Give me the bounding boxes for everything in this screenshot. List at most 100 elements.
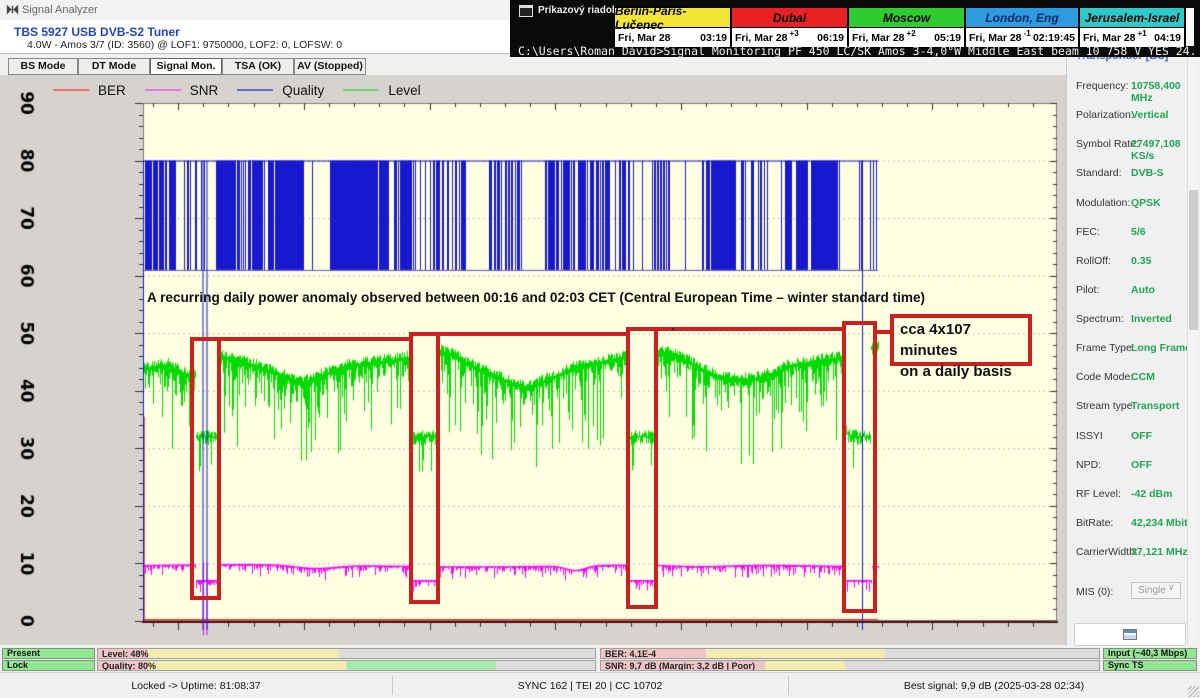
bar-label: SNR: 9,7 dB (Margin: 3,2 dB | Poor) [605,661,755,671]
clock-utc-offset: -1 [1024,29,1033,38]
clock-time: 05:19 [934,32,961,44]
status-lock-uptime: Locked -> Uptime: 81:08:37 [0,673,392,698]
legend-item-quality: Quality [237,83,324,98]
legend-swatch-ber [53,89,89,91]
window-sliver [1186,8,1194,46]
bar-label: Quality: 80% [102,661,156,671]
sidebar-value-16: 37,121 MHz [1131,546,1188,558]
sidebar-label-7: Pilot: [1076,284,1099,296]
tab-dt-mode[interactable]: DT Mode [78,58,150,75]
sidebar-label-0: Frequency: [1076,80,1129,92]
status-bar: Locked -> Uptime: 81:08:37 SYNC 162 | TE… [0,672,1200,698]
sidebar-label-1: Polarization: [1076,109,1134,121]
ber-bar: BER: 4,1E-4 [600,648,1100,659]
sidebar-value-4: QPSK [1131,197,1161,209]
sidebar-label-2: Symbol Rate: [1076,138,1139,150]
sidebar-value-12: OFF [1131,430,1152,442]
sidebar-value-5: 5/6 [1131,226,1146,238]
anomaly-duration-callout: cca 4x107 minutes on a daily basis [890,314,1032,366]
sidebar-value-6: 0.35 [1131,255,1151,267]
legend-label: Level [388,83,420,98]
console-icon [519,5,533,17]
sidebar-label-11: Stream type: [1076,400,1136,412]
clock-moscow: Moscow Fri, Mar 28+205:19 [849,8,966,47]
transponder-sidebar: Transponder [BS] Frequency:10758,400 MHz… [1066,0,1200,645]
legend-item-snr: SNR [145,83,219,98]
clock-city: Dubai [732,8,847,28]
clock-utc-offset: +2 [907,29,935,38]
clock-time: 04:19 [1154,32,1181,44]
tab-av-stopped-[interactable]: AV (Stopped) [294,58,366,75]
tab-signal-mon-[interactable]: Signal Mon. [150,58,222,75]
snr-bar: SNR: 9,7 dB (Margin: 3,2 dB | Poor) [600,660,1100,671]
present-indicator: Present [2,648,95,659]
scrollbar-thumb[interactable] [1189,190,1198,330]
status-sync-counters: SYNC 162 | TEI 20 | CC 10702 [392,673,788,698]
sidebar-label-16: CarrierWidth: [1076,546,1138,558]
bar-segment [148,649,339,658]
clock-city: London, Eng [966,8,1078,28]
bar-label: Level: 48% [102,649,149,659]
sidebar-label-10: Code Mode: [1076,371,1133,383]
tab-tsa-ok-[interactable]: TSA (OK) [222,58,294,75]
sidebar-value-10: CCM [1131,371,1155,383]
mis-label: MIS (0): [1076,586,1113,598]
clock-time: 06:19 [817,32,844,44]
sidebar-label-12: ISSYI [1076,430,1103,442]
legend-label: BER [98,83,126,98]
status-best-signal: Best signal: 9,9 dB (2025-03-28 02:34) [788,673,1200,698]
tuner-info-strip: TBS 5927 USB DVB-S2 Tuner 4.0W - Amos 3/… [0,20,510,53]
tuner-title: TBS 5927 USB DVB-S2 Tuner [14,25,180,39]
input-rate-indicator: Input (~40,3 Mbps) [1103,648,1197,659]
sidebar-label-8: Spectrum: [1076,313,1124,325]
tab-bs-mode[interactable]: BS Mode [8,58,78,75]
bar-label: BER: 4,1E-4 [605,649,656,659]
legend-swatch-level [343,89,379,91]
clock-date: Fri, Mar 28 [852,32,905,44]
sidebar-label-3: Standard: [1076,167,1122,179]
legend-swatch-snr [145,89,181,91]
sidebar-label-15: BitRate: [1076,517,1113,529]
clock-date: Fri, Mar 28 [969,32,1022,44]
stray-dot: . [671,318,675,333]
signal-chart-panel: BER SNR Quality Level A recurring daily pow… [0,75,1066,645]
anomaly-annotation-text: A recurring daily power anomaly observed… [147,290,1007,305]
sidebar-tool-button[interactable] [1074,623,1186,646]
sidebar-value-9: Long Frame [1131,342,1191,354]
clock-time: 03:19 [700,32,727,44]
command-line[interactable]: C:\Users\Roman Dávid>Signal Monitoring_P… [518,44,1194,58]
chart-legend: BER SNR Quality Level [53,81,440,99]
clock-london-eng: London, Eng Fri, Mar 28-102:19:45 [966,8,1080,47]
quality-bar: Quality: 80% [97,660,596,671]
sidebar-label-14: RF Level: [1076,488,1121,500]
window-title: Signal Analyzer [22,4,98,16]
clock-dubai: DubaiFri, Mar 28+306:19 [732,8,849,47]
monitor-icon [1123,629,1137,640]
sidebar-label-13: NPD: [1076,459,1101,471]
clock-city: Jerusalem-Israel [1080,8,1184,28]
clock-utc-offset: +1 [1138,29,1155,38]
sidebar-value-8: Inverted [1131,313,1172,325]
bar-segment [765,661,845,670]
clock-city: Moscow [849,8,964,28]
callout-line1: cca 4x107 minutes [900,319,1028,361]
tab-row: BS ModeDT ModeSignal Mon.TSA (OK)AV (Sto… [0,53,510,76]
sidebar-label-4: Modulation: [1076,197,1130,209]
sidebar-label-5: FEC: [1076,226,1100,238]
sidebar-value-11: Transport [1131,400,1179,412]
clock-jerusalem-israel: Jerusalem-Israel Fri, Mar 28+104:19 [1080,8,1184,47]
tuner-subtitle: 4.0W - Amos 3/7 (ID: 3560) @ LOF1: 97500… [27,39,342,51]
lock-indicator: Lock [2,660,95,671]
clock-time: 02:19:45 [1033,32,1075,44]
command-prompt-window[interactable]: Príkazový riadok Berlin-Paris-LučenecFri… [510,0,1200,57]
sidebar-scrollbar[interactable] [1187,57,1198,645]
clock-berlin-paris-lu-enec: Berlin-Paris-LučenecFri, Mar 2803:19 [615,8,732,47]
resize-grip[interactable] [1188,686,1199,697]
app-icon [6,3,19,16]
clock-date: Fri, Mar 28 [735,32,788,44]
level-bar: Level: 48% [97,648,596,659]
clock-date: Fri, Mar 28 [1083,32,1136,44]
clock-city: Berlin-Paris-Lučenec [615,8,730,28]
legend-item-ber: BER [53,83,126,98]
legend-swatch-quality [237,89,273,91]
